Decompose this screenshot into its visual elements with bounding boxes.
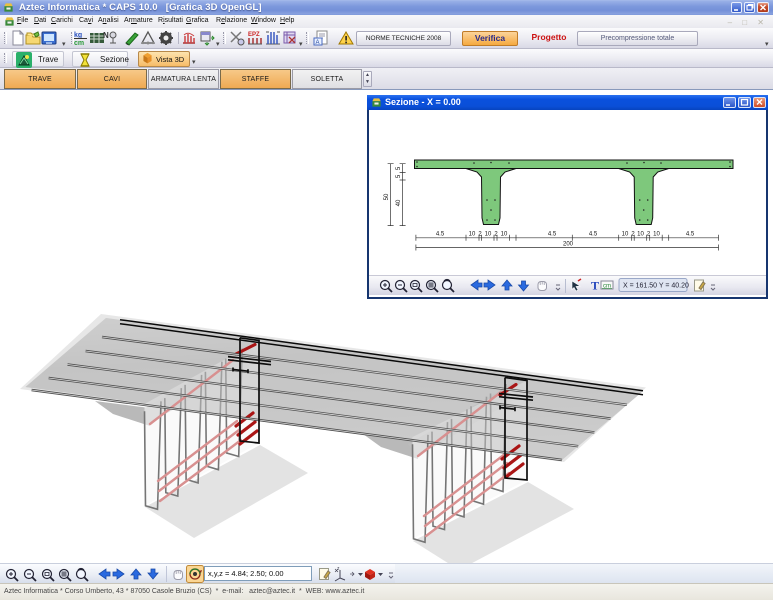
svg-text:5: 5	[396, 166, 402, 170]
svg-text:T: T	[591, 279, 599, 293]
svg-text:10: 10	[485, 232, 492, 238]
svg-text:2: 2	[631, 232, 635, 238]
svg-text:10: 10	[622, 232, 629, 238]
svg-text:2: 2	[647, 232, 651, 238]
svg-text:4.5: 4.5	[436, 232, 445, 238]
svg-text:40: 40	[396, 199, 402, 206]
svg-text:10: 10	[653, 232, 660, 238]
svg-text:10: 10	[501, 232, 508, 238]
svg-text:2: 2	[494, 232, 498, 238]
svg-text:4.5: 4.5	[589, 232, 598, 238]
svg-text:cm: cm	[74, 40, 84, 46]
svg-text:X = 161.50 Y = 40.20: X = 161.50 Y = 40.20	[623, 283, 689, 290]
svg-text:A: A	[316, 40, 320, 46]
svg-text:200: 200	[563, 242, 574, 248]
svg-text:kg: kg	[74, 32, 82, 39]
svg-text:EPZ: EPZ	[248, 32, 260, 38]
svg-text:50: 50	[384, 193, 390, 200]
svg-text:5: 5	[396, 174, 402, 178]
svg-text:10: 10	[637, 232, 644, 238]
svg-text:10: 10	[469, 232, 476, 238]
svg-text:N: N	[103, 31, 109, 40]
svg-text:4.5: 4.5	[686, 232, 695, 238]
svg-text:4.5: 4.5	[548, 232, 557, 238]
